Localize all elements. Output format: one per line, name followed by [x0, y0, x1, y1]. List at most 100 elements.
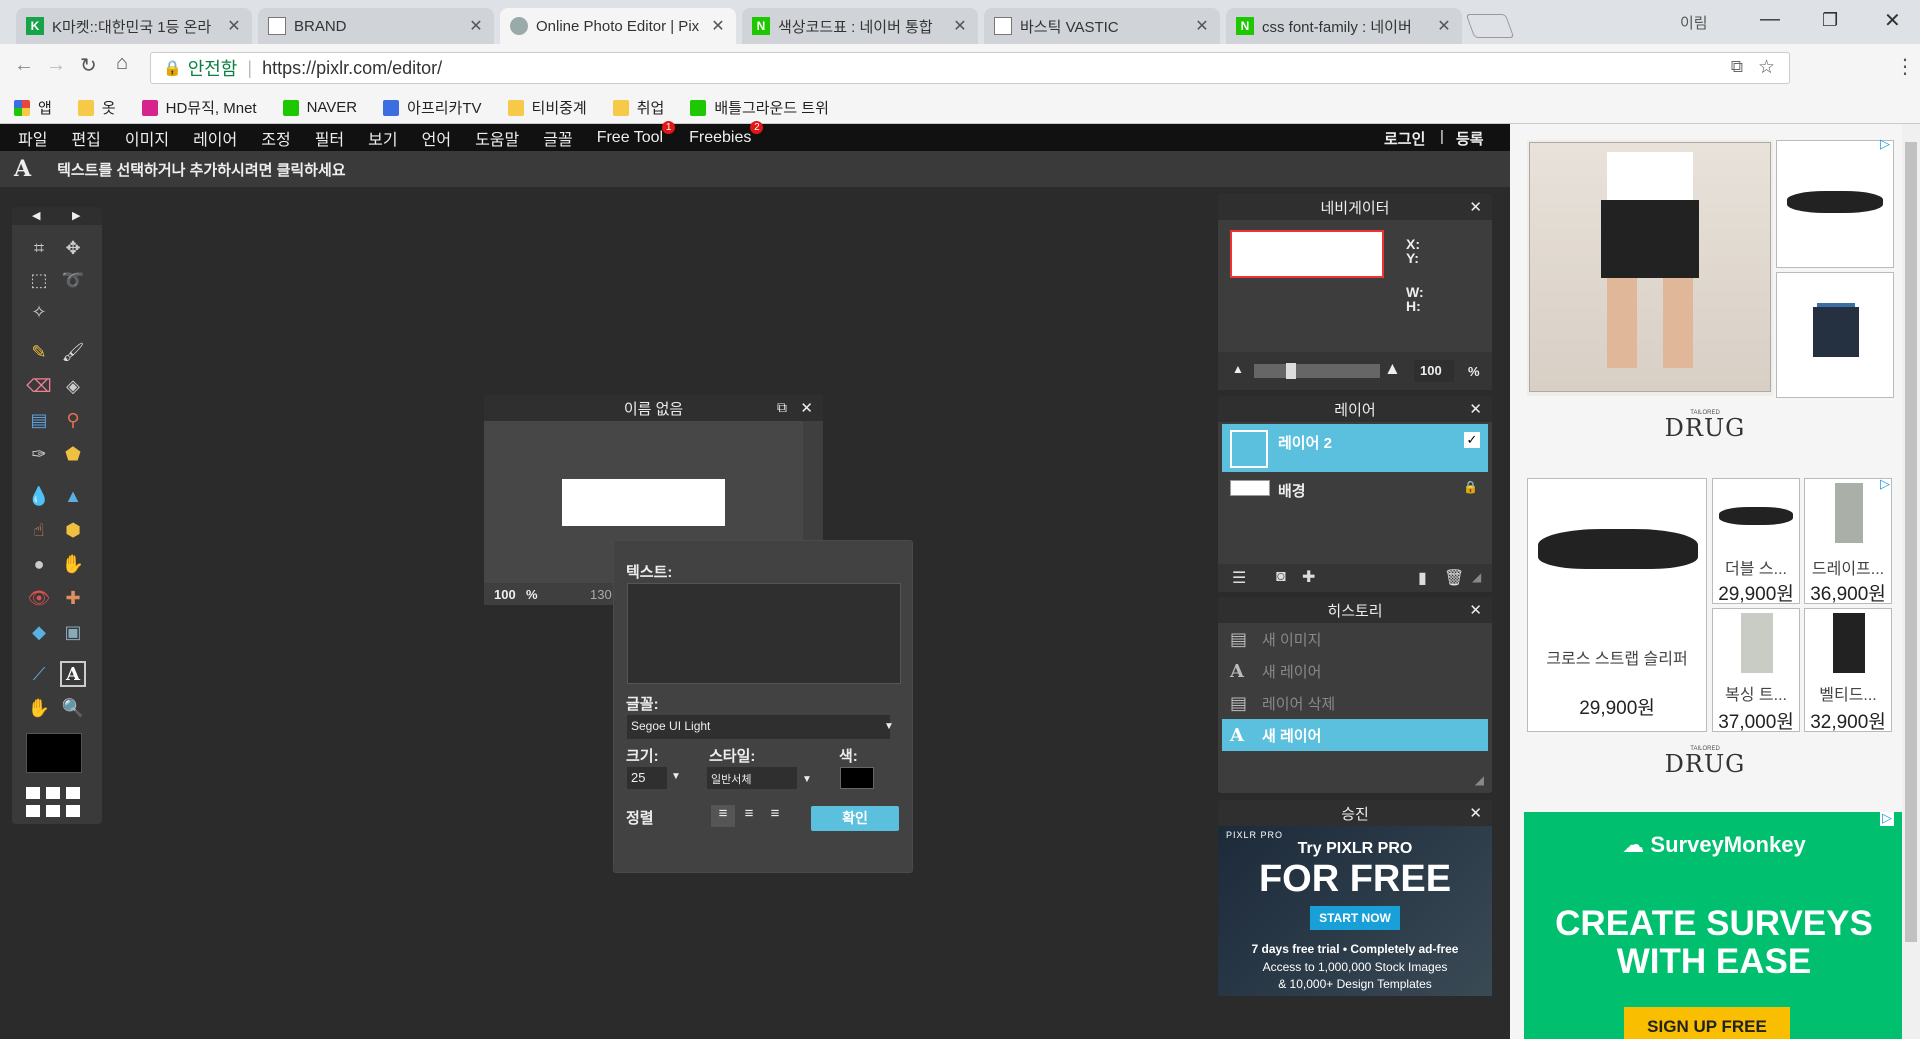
paint-bucket-icon[interactable]: ◈: [60, 373, 86, 399]
product-card[interactable]: 더블 스... 29,900원: [1712, 478, 1800, 605]
menu-icon[interactable]: ⋮: [1895, 54, 1915, 79]
bookmark-battleground[interactable]: 배틀그라운드 트위: [690, 97, 829, 118]
product-card[interactable]: 드레이프... 36,900원: [1804, 478, 1892, 605]
bookmark-folder[interactable]: 취업: [612, 97, 664, 118]
align-right-icon[interactable]: ≡: [763, 805, 787, 827]
product-card[interactable]: 벨티드... 32,900원: [1804, 608, 1892, 733]
zoom-slider-thumb[interactable]: [1286, 363, 1296, 379]
zoom-icon[interactable]: 🔍: [60, 695, 86, 721]
style-select[interactable]: 일반서체: [707, 767, 797, 789]
login-link[interactable]: 로그인: [1384, 128, 1425, 149]
lasso-icon[interactable]: ➰: [60, 267, 86, 293]
bookmark-afreeca[interactable]: 아프리카TV: [383, 97, 482, 118]
crop-icon[interactable]: ⌗: [26, 235, 52, 261]
smudge-icon[interactable]: ☝: [26, 517, 52, 543]
zoom-input[interactable]: 100: [1414, 360, 1454, 382]
restore-icon[interactable]: ❐: [1822, 10, 1838, 31]
layer-row[interactable]: 배경 🔒: [1222, 474, 1488, 508]
adchoices-icon[interactable]: ▷: [1880, 476, 1890, 492]
history-item[interactable]: ▤ 새 이미지: [1218, 623, 1492, 655]
ad-image-shorts[interactable]: [1527, 140, 1773, 396]
adchoices-icon[interactable]: ▷: [1880, 812, 1894, 826]
product-card[interactable]: 크로스 스트랩 슬리퍼 29,900원: [1527, 478, 1707, 732]
menu-edit[interactable]: 편집: [71, 126, 100, 150]
style-dropdown-icon[interactable]: ▼: [802, 774, 812, 785]
register-link[interactable]: 등록: [1456, 128, 1484, 149]
clone-stamp-icon[interactable]: ⚲: [60, 407, 86, 433]
new-tab-button[interactable]: [1465, 14, 1515, 38]
spot-heal-icon[interactable]: ✚: [60, 585, 86, 611]
close-icon[interactable]: ✕: [1469, 400, 1482, 418]
history-item[interactable]: ▤ 레이어 삭제: [1218, 687, 1492, 719]
sign-up-button[interactable]: SIGN UP FREE: [1624, 1007, 1790, 1039]
zoom-out-icon[interactable]: ▲: [1232, 362, 1244, 376]
menu-font[interactable]: 글꼴: [543, 126, 572, 150]
burn-icon[interactable]: ✋: [60, 551, 86, 577]
menu-adjust[interactable]: 조정: [261, 126, 290, 150]
confirm-button[interactable]: 확인: [811, 806, 899, 831]
menu-freebies[interactable]: Freebies 2: [689, 120, 764, 147]
zoom-slider[interactable]: [1254, 363, 1380, 379]
color-replace-icon[interactable]: ✑: [26, 441, 52, 467]
ad-image-sandal[interactable]: [1776, 140, 1894, 268]
history-item-selected[interactable]: A 새 레이어: [1222, 719, 1488, 751]
page-scrollbar[interactable]: [1902, 124, 1920, 1039]
primary-color-swatch[interactable]: [26, 733, 82, 773]
start-now-button[interactable]: START NOW: [1310, 906, 1400, 930]
window-close-icon[interactable]: ✕: [1884, 8, 1901, 33]
browser-tab[interactable]: K K마켓::대한민국 1등 온라 ✕: [16, 8, 252, 44]
brush-icon[interactable]: 🖌: [60, 339, 86, 365]
browser-tab[interactable]: 바스틱 VASTIC ✕: [984, 8, 1220, 44]
type-tool-icon[interactable]: A: [60, 661, 86, 687]
close-icon[interactable]: ✕: [710, 16, 726, 36]
font-select[interactable]: Segoe UI Light: [627, 715, 890, 739]
drug-logo[interactable]: DRUG: [1510, 750, 1900, 778]
move-icon[interactable]: ✥: [60, 235, 86, 261]
adchoices-icon[interactable]: ▷: [1880, 136, 1890, 152]
duplicate-layer-icon[interactable]: ▮: [1418, 568, 1427, 588]
visibility-checkbox[interactable]: ✓: [1464, 432, 1480, 448]
menu-filter[interactable]: 필터: [315, 126, 344, 150]
menu-view[interactable]: 보기: [368, 126, 397, 150]
history-item[interactable]: A 새 레이어: [1218, 655, 1492, 687]
close-icon[interactable]: ✕: [1436, 16, 1452, 36]
eraser-icon[interactable]: ⌫: [26, 373, 52, 399]
menu-language[interactable]: 언어: [422, 126, 451, 150]
menu-image[interactable]: 이미지: [125, 126, 169, 150]
menu-file[interactable]: 파일: [18, 126, 47, 150]
drug-logo[interactable]: DRUG: [1510, 414, 1900, 442]
navigator-titlebar[interactable]: 네비게이터 ✕: [1218, 194, 1492, 220]
size-input[interactable]: 25: [627, 767, 667, 789]
layer-settings-icon[interactable]: ☰: [1232, 568, 1246, 588]
surveymonkey-ad[interactable]: ☁ SurveyMonkey CREATE SURVEYS WITH EASE …: [1524, 812, 1904, 1039]
magic-wand-icon[interactable]: ✧: [26, 299, 52, 325]
trash-icon[interactable]: 🗑: [1444, 568, 1464, 588]
text-color-swatch[interactable]: [840, 767, 874, 789]
close-icon[interactable]: ✕: [1469, 601, 1482, 619]
sponge-icon[interactable]: ⬢: [60, 517, 86, 543]
align-left-icon[interactable]: ≡: [711, 805, 735, 827]
bloat-icon[interactable]: ◆: [26, 619, 52, 645]
browser-tab[interactable]: N 색상코드표 : 네이버 통합 ✕: [742, 8, 978, 44]
browser-tab[interactable]: BRAND ✕: [258, 8, 494, 44]
close-icon[interactable]: ✕: [952, 16, 968, 36]
dodge-icon[interactable]: ●: [26, 551, 52, 577]
bookmark-star-icon[interactable]: ☆: [1758, 56, 1775, 79]
resize-grip-icon[interactable]: ◢: [1472, 570, 1481, 584]
blur-icon[interactable]: 💧: [26, 483, 52, 509]
new-layer-icon[interactable]: ✚: [1302, 567, 1315, 587]
ad-image-shorts-navy[interactable]: [1776, 272, 1894, 398]
scrollbar-thumb[interactable]: [1905, 142, 1917, 942]
layer-mask-icon[interactable]: ◙: [1276, 568, 1286, 586]
color-grid-icon[interactable]: [26, 787, 82, 817]
minimize-icon[interactable]: —: [1760, 8, 1780, 31]
text-input[interactable]: [627, 583, 901, 684]
close-icon[interactable]: ✕: [468, 16, 484, 36]
drawing-icon[interactable]: ⬟: [60, 441, 86, 467]
home-icon[interactable]: ⌂: [116, 52, 128, 75]
font-dropdown-icon[interactable]: ▼: [884, 721, 894, 732]
menu-help[interactable]: 도움말: [475, 126, 519, 150]
red-eye-icon[interactable]: 👁: [26, 585, 52, 611]
document-titlebar[interactable]: 이름 없음 ⧉ ✕: [484, 395, 823, 421]
resize-grip-icon[interactable]: ◢: [1475, 773, 1484, 787]
